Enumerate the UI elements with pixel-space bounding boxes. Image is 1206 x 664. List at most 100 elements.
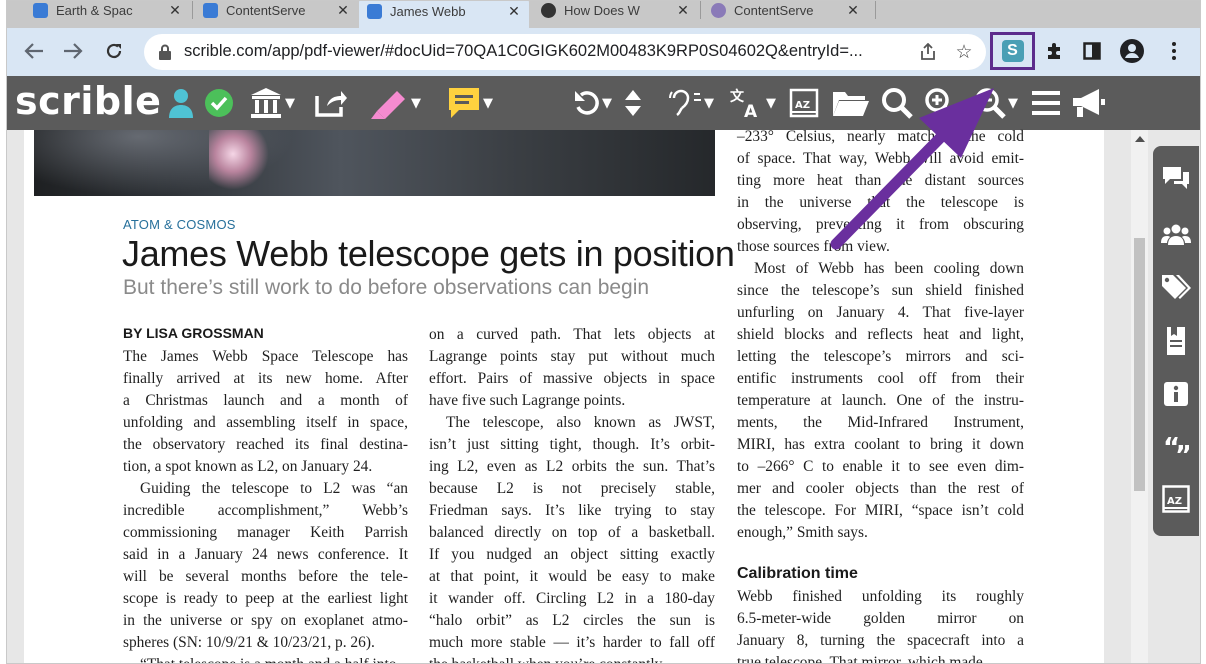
omnibox[interactable]: scrible.com/app/pdf-viewer/#docUid=70QA1… bbox=[144, 34, 986, 70]
scrollbar-thumb[interactable] bbox=[1134, 238, 1145, 491]
check-icon[interactable] bbox=[202, 84, 236, 122]
svg-text:A: A bbox=[744, 102, 758, 119]
article-deck: But there’s still work to do before obse… bbox=[123, 276, 650, 299]
article-line: the observatory reached its final destin… bbox=[123, 436, 408, 453]
article-headline: James Webb telescope gets in position bbox=[122, 233, 735, 274]
close-tab-icon[interactable]: ✕ bbox=[166, 2, 184, 19]
article-line: 6.5-meter-wide golden mirror on bbox=[737, 610, 1024, 627]
section-subhead: Calibration time bbox=[737, 565, 858, 582]
article-photo bbox=[34, 130, 715, 196]
tab-favicon-icon bbox=[33, 2, 48, 18]
folder-icon[interactable] bbox=[830, 84, 870, 122]
article-line: January 8, turning the spacecraft into a bbox=[737, 632, 1024, 649]
scrible-toolbar: scrible ▼ ▼ ▼ ▼ ▼ 文 A ▼ AZ ▼ bbox=[7, 76, 1200, 130]
article-line: commissioning manager Keith Parrish bbox=[123, 524, 408, 541]
close-tab-icon[interactable]: ✕ bbox=[505, 3, 523, 20]
share-page-icon[interactable] bbox=[916, 40, 940, 64]
article-line: shield blocks and reflects heat and ligh… bbox=[737, 326, 1024, 343]
search-icon[interactable] bbox=[879, 84, 915, 122]
user-icon[interactable] bbox=[165, 84, 197, 122]
article-line: Friedman says. It’s like trying to stay bbox=[429, 502, 715, 519]
tab-how-does[interactable]: How Does W ✕ bbox=[533, 1, 698, 25]
up-down-icon[interactable] bbox=[620, 84, 646, 122]
article-line: much more stable — it’s harder to fall o… bbox=[429, 634, 715, 651]
article-line: those sources from view. bbox=[737, 238, 890, 255]
sticky-note-icon[interactable]: ▼ bbox=[439, 84, 501, 122]
tab-favicon-icon bbox=[367, 4, 382, 19]
article-line: since the telescope’s sun shield finishe… bbox=[737, 282, 1024, 299]
article-line: “That telescope is a month and a half in… bbox=[123, 654, 408, 663]
article-line: isn’t just sitting tight, though. It’s o… bbox=[429, 436, 715, 453]
dictionary-icon[interactable]: AZ bbox=[787, 84, 821, 122]
undo-icon[interactable]: ▼ bbox=[567, 84, 617, 122]
scrible-logo: scrible bbox=[15, 79, 162, 123]
side-dictionary-icon[interactable]: AZ bbox=[1159, 482, 1193, 516]
close-tab-icon[interactable]: ✕ bbox=[674, 2, 692, 19]
zoom-in-icon[interactable] bbox=[922, 84, 958, 122]
translate-icon[interactable]: 文A ▼ bbox=[725, 84, 781, 122]
url-text[interactable]: scrible.com/app/pdf-viewer/#docUid=70QA1… bbox=[184, 42, 899, 61]
bookmark-star-icon[interactable]: ☆ bbox=[952, 40, 976, 64]
tab-title: How Does W bbox=[564, 2, 640, 18]
tab-james-webb[interactable]: James Webb ✕ bbox=[359, 1, 529, 28]
megaphone-icon[interactable] bbox=[1069, 84, 1109, 122]
vertical-scrollbar[interactable] bbox=[1131, 130, 1148, 663]
article-line: effort. Pairs of massive objects in spac… bbox=[429, 370, 715, 387]
tab-favicon-icon bbox=[203, 2, 218, 18]
article-line: Webb finished unfolding its roughly bbox=[737, 588, 1024, 605]
tab-contentserve-2[interactable]: ContentServe ✕ bbox=[703, 1, 868, 25]
scrible-extension-icon: S bbox=[1001, 40, 1024, 62]
article-byline: BY LISA GROSSMAN bbox=[123, 325, 264, 341]
article-line: have five such Lagrange points. bbox=[429, 392, 626, 409]
article-column-2: on a curved path. That lets objects at La… bbox=[429, 324, 715, 663]
read-aloud-icon[interactable]: ▼ bbox=[662, 84, 720, 122]
article-line: in the universe or spy on exoplanet atmo… bbox=[123, 612, 408, 629]
bookmark-icon[interactable] bbox=[1159, 324, 1193, 358]
zoom-out-icon[interactable]: ▼ bbox=[965, 84, 1027, 122]
article-line: to –266° C to enable it to see even dim- bbox=[737, 458, 1024, 475]
browser-menu-icon[interactable] bbox=[1159, 36, 1189, 66]
highlighter-icon[interactable]: ▼ bbox=[363, 84, 427, 122]
tab-contentserve-1[interactable]: ContentServe ✕ bbox=[195, 1, 358, 25]
group-icon[interactable] bbox=[1159, 217, 1193, 251]
article-line: at that point, it would be easy to make bbox=[429, 568, 715, 585]
reload-icon[interactable] bbox=[99, 36, 129, 66]
article-line: unfolding and assembling itself in space… bbox=[123, 414, 408, 431]
article-column-3-continued: Webb finished unfolding its roughly 6.5-m… bbox=[737, 586, 1024, 663]
tab-strip: Earth & Spac ✕ ContentServe ✕ James Webb… bbox=[7, 1, 1200, 28]
tab-title: ContentServe bbox=[734, 2, 814, 18]
close-tab-icon[interactable]: ✕ bbox=[334, 2, 352, 19]
tab-earth-space[interactable]: Earth & Spac ✕ bbox=[25, 1, 190, 25]
forward-icon[interactable] bbox=[58, 36, 88, 66]
article-line: in the universe that the telescope is bbox=[737, 194, 1024, 211]
extensions-puzzle-icon[interactable] bbox=[1039, 36, 1069, 66]
article-line: If you nudged an object sitting exactly bbox=[429, 546, 715, 563]
lock-icon bbox=[159, 44, 171, 60]
scrible-extension-button[interactable]: S bbox=[990, 32, 1035, 70]
side-panel-icon[interactable] bbox=[1077, 36, 1107, 66]
share-icon[interactable] bbox=[310, 84, 350, 122]
article-line: The telescope, also known as JWST, bbox=[446, 414, 715, 431]
info-icon[interactable] bbox=[1159, 377, 1193, 411]
back-icon[interactable] bbox=[19, 36, 49, 66]
library-icon[interactable]: ▼ bbox=[241, 84, 303, 122]
svg-text:AZ: AZ bbox=[795, 100, 810, 111]
tab-title: James Webb bbox=[390, 4, 466, 19]
scroll-up-arrow-icon[interactable] bbox=[1135, 136, 1145, 142]
menu-icon[interactable] bbox=[1029, 84, 1063, 122]
article-line: spheres (SN: 10/9/21 & 10/23/21, p. 26). bbox=[123, 634, 375, 651]
article-line: said in a January 24 news conference. It bbox=[123, 546, 408, 563]
tags-icon[interactable] bbox=[1159, 270, 1193, 304]
article-line: it wander off. Circling L2 in a 180-day bbox=[429, 590, 715, 607]
tab-title: Earth & Spac bbox=[56, 2, 133, 18]
article-line: the telescope. For MIRI, “space isn’t co… bbox=[737, 502, 1024, 519]
profile-avatar-icon[interactable] bbox=[1117, 36, 1147, 66]
article-column-3: –233° Celsius, nearly matching the cold o… bbox=[737, 126, 1024, 544]
comments-icon[interactable] bbox=[1159, 162, 1193, 196]
article-line: a Christmas launch and a month of bbox=[123, 392, 408, 409]
close-tab-icon[interactable]: ✕ bbox=[844, 2, 862, 19]
article-line: ments, the Mid-Infrared Instrument, bbox=[737, 414, 1024, 431]
article-line: –233° Celsius, nearly matching the cold bbox=[737, 128, 1024, 145]
svg-text:”: ” bbox=[1175, 441, 1189, 458]
quote-icon[interactable]: “” bbox=[1159, 430, 1193, 464]
